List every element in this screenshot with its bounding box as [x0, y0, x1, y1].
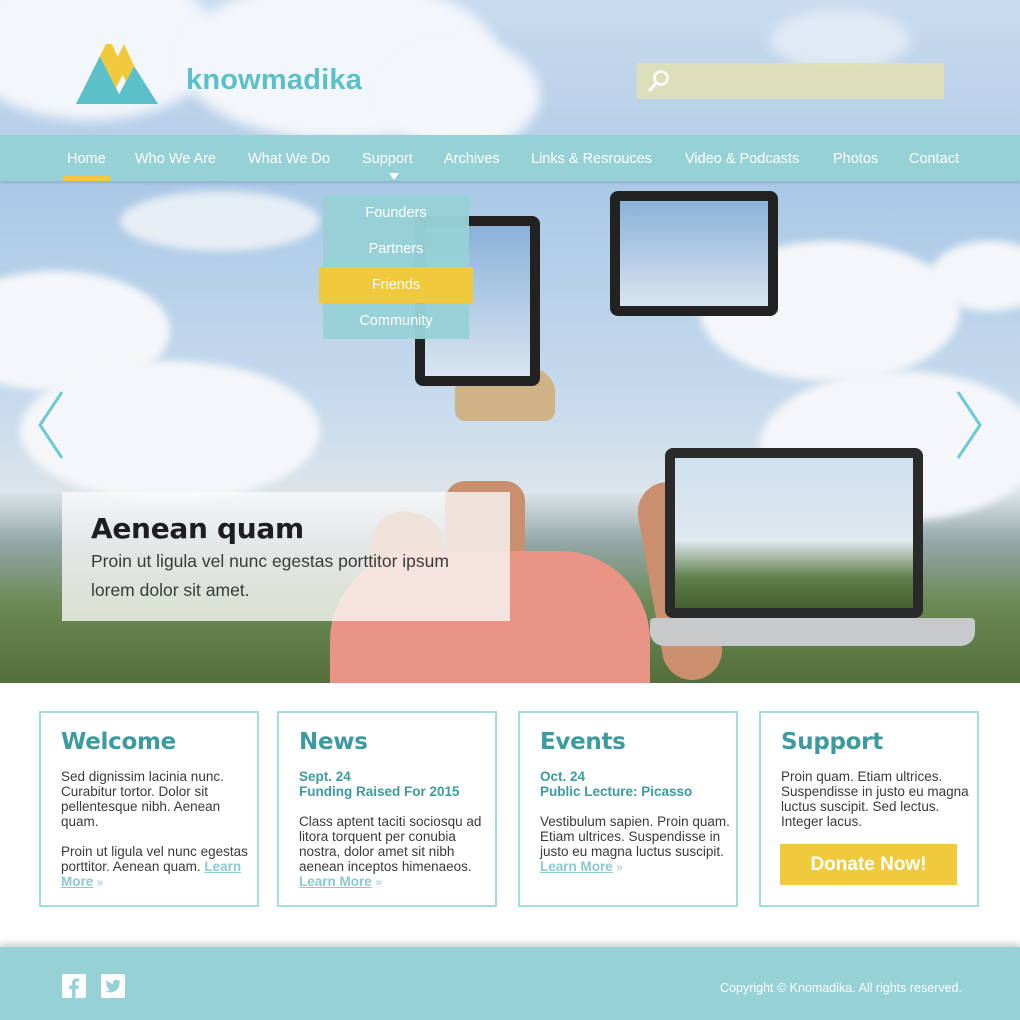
news-date: Sept. 24	[299, 769, 351, 784]
dropdown-item-community[interactable]: Community	[323, 303, 469, 339]
chevron-right-icon[interactable]	[954, 390, 984, 460]
hero-caption-text: Proin ut ligula vel nunc egestas porttit…	[91, 551, 449, 600]
card-title: News	[299, 729, 368, 755]
hero-caption-title: Aenean quam	[91, 512, 304, 545]
caret-down-icon	[389, 173, 399, 180]
card-paragraph: Sed dignissim lacinia nunc. Curabitur to…	[61, 769, 224, 829]
welcome-card: Welcome Sed dignissim lacinia nunc. Cura…	[39, 711, 259, 907]
dropdown-item-friends[interactable]: Friends	[319, 267, 473, 303]
logo-icon[interactable]	[76, 44, 162, 106]
search-icon[interactable]	[646, 68, 672, 94]
nav-item-contact[interactable]: Contact	[909, 135, 959, 181]
main-nav: Home Who We Are What We Do Support Archi…	[0, 135, 1020, 181]
card-body: Sed dignissim lacinia nunc. Curabitur to…	[61, 769, 251, 891]
nav-item-who-we-are[interactable]: Who We Are	[135, 135, 216, 181]
card-title: Welcome	[61, 729, 176, 755]
nav-item-video[interactable]: Video & Podcasts	[685, 135, 799, 181]
event-date: Oct. 24	[540, 769, 586, 784]
donate-button[interactable]: Donate Now!	[780, 844, 957, 885]
card-paragraph: Proin ut ligula vel nunc egestas porttit…	[61, 844, 248, 889]
support-card: Support Proin quam. Etiam ultrices. Susp…	[759, 711, 979, 907]
dropdown-item-founders[interactable]: Founders	[323, 195, 469, 231]
facebook-icon[interactable]	[62, 974, 86, 998]
search-input[interactable]	[637, 63, 944, 99]
copyright-text: Copyright © Knomadika. All rights reserv…	[720, 981, 962, 995]
site-footer: Copyright © Knomadika. All rights reserv…	[0, 947, 1020, 1020]
chevron-double-right-icon: »	[375, 877, 382, 889]
twitter-icon[interactable]	[101, 974, 125, 998]
news-card: News Sept. 24 Funding Raised For 2015 Cl…	[277, 711, 497, 907]
hero-caption: Aenean quam Proin ut ligula vel nunc ege…	[62, 492, 510, 621]
nav-item-home[interactable]: Home	[63, 135, 110, 181]
hero-cloud	[120, 191, 320, 251]
nav-item-support[interactable]: Support	[362, 135, 413, 181]
events-card: Events Oct. 24 Public Lecture: Picasso V…	[518, 711, 738, 907]
card-paragraph: Class aptent taciti sociosqu ad litora t…	[299, 814, 482, 889]
support-dropdown: Founders Partners Friends Community	[319, 195, 473, 339]
card-body: Sept. 24 Funding Raised For 2015 Class a…	[299, 769, 489, 891]
event-headline: Public Lecture: Picasso	[540, 784, 693, 799]
chevron-left-icon[interactable]	[36, 390, 66, 460]
news-headline: Funding Raised For 2015	[299, 784, 460, 799]
nav-item-links[interactable]: Links & Resrouces	[531, 135, 652, 181]
card-paragraph: Proin quam. Etiam ultrices. Suspendisse …	[781, 769, 969, 829]
tablet-right	[610, 191, 778, 316]
nav-item-archives[interactable]: Archives	[444, 135, 500, 181]
learn-more-link[interactable]: Learn More	[540, 859, 613, 874]
chevron-double-right-icon: »	[616, 862, 623, 874]
card-title: Support	[781, 729, 883, 755]
laptop-base	[650, 618, 975, 646]
nav-item-photos[interactable]: Photos	[833, 135, 878, 181]
brand-name[interactable]: knowmadika	[186, 64, 362, 97]
card-paragraph: Vestibulum sapien. Proin quam. Etiam ult…	[540, 814, 730, 874]
card-body: Proin quam. Etiam ultrices. Suspendisse …	[781, 769, 971, 829]
laptop-image	[665, 448, 923, 618]
learn-more-link[interactable]: Learn More	[299, 874, 372, 889]
card-title: Events	[540, 729, 626, 755]
header-cloud	[770, 10, 910, 70]
nav-item-what-we-do[interactable]: What We Do	[248, 135, 330, 181]
chevron-double-right-icon: »	[97, 877, 104, 889]
header-cloud	[380, 40, 540, 135]
card-body: Oct. 24 Public Lecture: Picasso Vestibul…	[540, 769, 730, 876]
dropdown-item-partners[interactable]: Partners	[323, 231, 469, 267]
